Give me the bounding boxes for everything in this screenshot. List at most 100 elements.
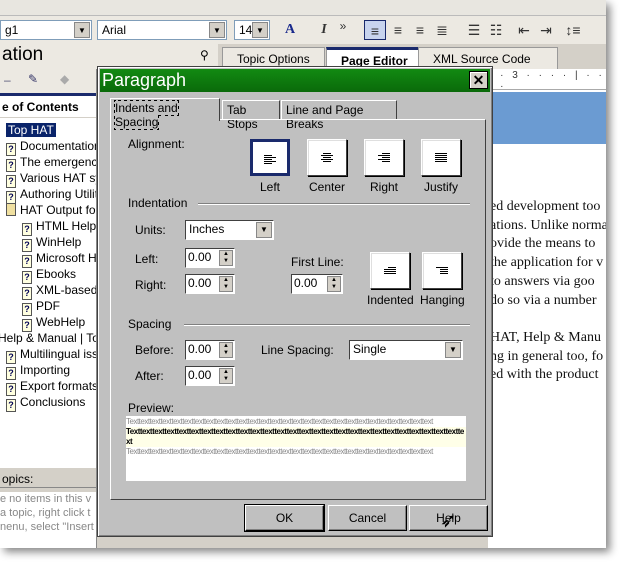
before-label: Before:	[135, 343, 174, 357]
alignment-label: Alignment:	[128, 137, 185, 151]
ok-button[interactable]: OK	[244, 504, 325, 532]
tree-item[interactable]: ? Documentation	[6, 138, 96, 156]
line-spacing-select[interactable]: Single ▼	[349, 340, 463, 360]
cancel-button[interactable]: Cancel	[328, 505, 407, 531]
divider	[198, 203, 470, 205]
tree-item-label: Ebooks	[36, 267, 77, 281]
spacing-label: Spacing	[128, 317, 172, 331]
arrow-left-icon[interactable]: ◆	[60, 72, 69, 86]
pin-icon[interactable]: ⚲	[200, 48, 209, 62]
dialog-title-bar[interactable]: Paragraph ✕	[100, 69, 490, 92]
align-center-icon[interactable]: ≡	[388, 20, 408, 40]
justify-icon[interactable]: ≣	[432, 20, 452, 40]
tree-item[interactable]: ?Multilingual issu	[6, 346, 96, 364]
first-line-spinner[interactable]: 0.00 ▲ ▼	[291, 274, 343, 294]
units-label: Units:	[135, 223, 166, 237]
numbered-list-icon[interactable]: ☷	[486, 20, 506, 40]
tree-item[interactable]: ? Various HAT sy	[6, 170, 96, 188]
tree-item[interactable]: ? Importing	[6, 362, 70, 380]
topic-header-area[interactable]	[488, 92, 606, 144]
bullet-list-icon[interactable]: ☰	[464, 20, 484, 40]
alignment-center-button[interactable]	[307, 139, 347, 176]
chevron-down-icon[interactable]: ▼	[256, 222, 272, 238]
tree-item[interactable]: ? WebHelp	[22, 314, 85, 332]
alignment-label: Center	[308, 180, 346, 194]
justify-icon	[435, 152, 447, 163]
alignment-label: Right	[369, 180, 398, 194]
after-label: After:	[135, 369, 164, 383]
spinner-arrows-icon[interactable]: ▲ ▼	[219, 342, 233, 358]
align-right-icon[interactable]: ≡	[410, 20, 430, 40]
tree-item[interactable]: ?Microsoft He	[22, 250, 96, 268]
chevron-down-icon[interactable]: ▼	[445, 342, 461, 358]
before-spinner[interactable]: 0.00 ▲ ▼	[185, 340, 235, 360]
more-buttons[interactable]: »	[336, 16, 350, 36]
paragraph-dialog: Paragraph ✕ Indents and Spacing Tab Stop…	[97, 66, 493, 537]
hanging-button[interactable]	[422, 252, 462, 289]
preview-box: Texttexttexttexttexttexttexttexttexttext…	[126, 416, 466, 481]
tree-item-label: HAT Output for	[20, 203, 96, 217]
tree-item[interactable]: ? PDF	[22, 298, 60, 316]
tree-item[interactable]: ? WinHelp	[22, 234, 81, 252]
preview-label: Preview:	[128, 401, 175, 415]
right-indent-label: Right:	[135, 278, 167, 292]
edit-icon[interactable]: ✎	[28, 72, 38, 86]
tab-line-and-page-breaks[interactable]: Line and Page Breaks	[281, 100, 397, 131]
font-color-button[interactable]: A	[278, 20, 302, 40]
back-icon[interactable]: –	[4, 73, 11, 87]
italic-button[interactable]: I	[316, 20, 332, 40]
tree-item[interactable]: ? XML-based	[22, 282, 96, 300]
chevron-down-icon[interactable]: ▼	[252, 22, 268, 38]
chevron-down-icon[interactable]: ▼	[74, 22, 90, 38]
after-spinner[interactable]: 0.00 ▲ ▼	[185, 366, 235, 386]
spinner-arrows-icon[interactable]: ▲ ▼	[327, 276, 341, 292]
tree-item[interactable]: ?Authoring Utilitie	[6, 186, 96, 204]
style-combo[interactable]: g1 ▼	[0, 20, 92, 40]
tree-item[interactable]: Top HAT	[6, 122, 56, 138]
editor-text-line: ed with the product	[490, 367, 599, 383]
indents-spacing-pane: Alignment: Left Center Right Justify Indent…	[110, 119, 486, 500]
spinner-arrows-icon[interactable]: ▲ ▼	[219, 368, 233, 384]
decrease-indent-icon[interactable]: ⇤	[514, 20, 534, 40]
tree-item[interactable]: ? Conclusions	[6, 394, 86, 412]
tree-item[interactable]: Help & Manual | To	[0, 330, 96, 346]
tree-item[interactable]: ? The emergence	[6, 154, 96, 172]
tree-item[interactable]: ? Ebooks	[22, 266, 77, 284]
font-size-combo[interactable]: 14 ▼	[234, 20, 270, 40]
first-line-label: First Line:	[291, 255, 344, 269]
ruler: · · 3 · · · · | · · · ·	[488, 70, 606, 92]
tab-tab-stops[interactable]: Tab Stops	[222, 100, 280, 131]
align-left-icon[interactable]: ≡	[364, 20, 386, 40]
left-indent-spinner[interactable]: 0.00 ▲ ▼	[185, 248, 235, 268]
spinner-arrows-icon[interactable]: ▲ ▼	[219, 250, 233, 266]
spinner-arrows-icon[interactable]: ▲ ▼	[219, 276, 233, 292]
alignment-right-button[interactable]	[364, 139, 404, 176]
tree-item-label: XML-based	[36, 283, 96, 297]
line-spacing-icon[interactable]: ↕≡	[560, 20, 586, 40]
alignment-justify-button[interactable]	[421, 139, 461, 176]
close-icon[interactable]: ✕	[469, 71, 488, 89]
toc-tab[interactable]: e of Contents	[0, 93, 96, 117]
preview-current-text: Texttexttexttexttexttexttexttexttexttext…	[126, 427, 466, 447]
line-spacing-label: Line Spacing:	[261, 343, 334, 357]
topics-empty-text: e no items in this v a topic, right clic…	[0, 492, 96, 548]
editor-text-line: the application for v	[490, 255, 604, 271]
tree-item-label: The emergence	[20, 155, 96, 169]
tree-item-label: Multilingual issu	[20, 347, 96, 361]
indentation-label: Indentation	[128, 196, 188, 210]
units-select[interactable]: Inches ▼	[185, 220, 274, 240]
tab-indents-and-spacing[interactable]: Indents and Spacing	[110, 98, 220, 130]
font-combo[interactable]: Arial ▼	[97, 20, 227, 40]
tree-item[interactable]: ? Export formats	[6, 378, 96, 396]
tree-item-label: Documentation	[20, 139, 96, 153]
tree-item[interactable]: HAT Output for	[6, 202, 96, 218]
increase-indent-icon[interactable]: ⇥	[536, 20, 556, 40]
indented-button[interactable]	[370, 252, 410, 289]
chevron-down-icon[interactable]: ▼	[209, 22, 225, 38]
tree-item[interactable]: ? HTML Help	[22, 218, 96, 236]
first-line-indented-icon	[384, 266, 396, 275]
right-indent-spinner[interactable]: 0.00 ▲ ▼	[185, 274, 235, 294]
format-toolbar: g1 ▼ Arial ▼ 14 ▼ A I » ≡ ≡ ≡ ≣ ☰ ☷ ⇤ ⇥ ↕≡	[0, 16, 606, 44]
alignment-left-button[interactable]	[250, 139, 290, 176]
tree-item-label: Conclusions	[20, 395, 86, 409]
